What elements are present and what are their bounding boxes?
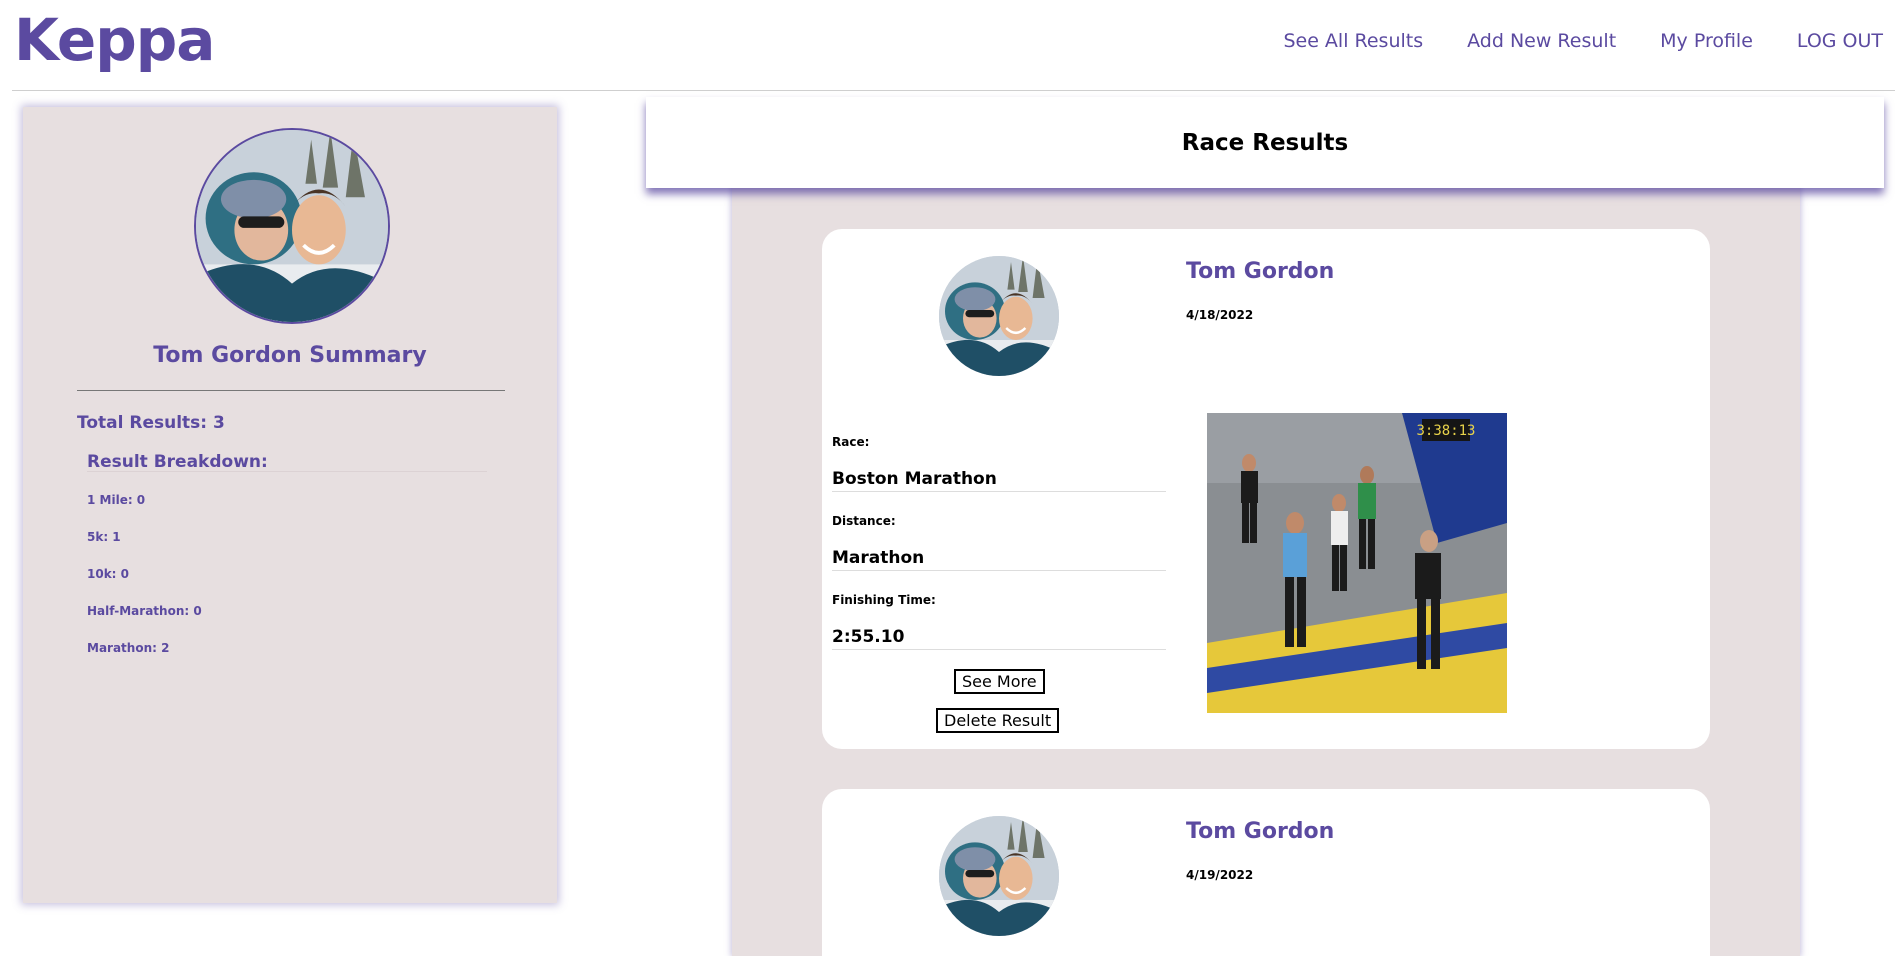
breakdown-title: Result Breakdown: — [87, 452, 268, 472]
nav-add-new-result[interactable]: Add New Result — [1467, 30, 1616, 52]
result-avatar — [939, 256, 1059, 376]
distance-label: Distance: — [832, 514, 896, 528]
result-date: 4/18/2022 — [1186, 308, 1254, 322]
result-avatar — [939, 816, 1059, 936]
summary-panel: Tom Gordon Summary Total Results: 3 Resu… — [23, 107, 557, 903]
nav-my-profile[interactable]: My Profile — [1660, 30, 1753, 52]
header-divider — [12, 90, 1895, 91]
distance-value: Marathon — [832, 548, 1166, 571]
breakdown-item-half-marathon: Half-Marathon: 0 — [87, 604, 202, 618]
photo-clock: 3:38:13 — [1416, 423, 1475, 439]
finishing-time-value: 2:55.10 — [832, 627, 1166, 650]
summary-title: Tom Gordon Summary — [153, 343, 427, 368]
results-header: Race Results — [646, 97, 1884, 188]
breakdown-item-5k: 5k: 1 — [87, 530, 121, 544]
summary-divider — [77, 390, 505, 391]
breakdown-item-1-mile: 1 Mile: 0 — [87, 493, 146, 507]
delete-result-button[interactable]: Delete Result — [936, 708, 1060, 733]
race-value: Boston Marathon — [832, 469, 1166, 492]
breakdown-divider — [87, 471, 487, 472]
total-results: Total Results: 3 — [77, 413, 225, 433]
nav-see-all-results[interactable]: See All Results — [1283, 30, 1423, 52]
breakdown-item-marathon: Marathon: 2 — [87, 641, 170, 655]
see-more-button[interactable]: See More — [954, 669, 1045, 694]
breakdown-item-10k: 10k: 0 — [87, 567, 130, 581]
finishing-time-label: Finishing Time: — [832, 593, 936, 607]
app-logo[interactable]: Keppa — [14, 6, 215, 74]
nav-logout[interactable]: LOG OUT — [1797, 30, 1883, 52]
race-photo: 3:38:13 — [1207, 413, 1507, 713]
runner-name: Tom Gordon — [1186, 259, 1335, 284]
result-card: Tom Gordon 4/19/2022 — [822, 789, 1710, 956]
race-label: Race: — [832, 435, 870, 449]
result-date: 4/19/2022 — [1186, 868, 1254, 882]
results-title: Race Results — [1181, 129, 1349, 156]
top-nav: See All Results Add New Result My Profil… — [1283, 30, 1883, 52]
runner-name: Tom Gordon — [1186, 819, 1335, 844]
profile-avatar — [194, 128, 390, 324]
breakdown-list: 1 Mile: 0 5k: 1 10k: 0 Half-Marathon: 0 … — [87, 493, 202, 678]
result-card: Tom Gordon 4/18/2022 Race: Boston Marath… — [822, 229, 1710, 749]
